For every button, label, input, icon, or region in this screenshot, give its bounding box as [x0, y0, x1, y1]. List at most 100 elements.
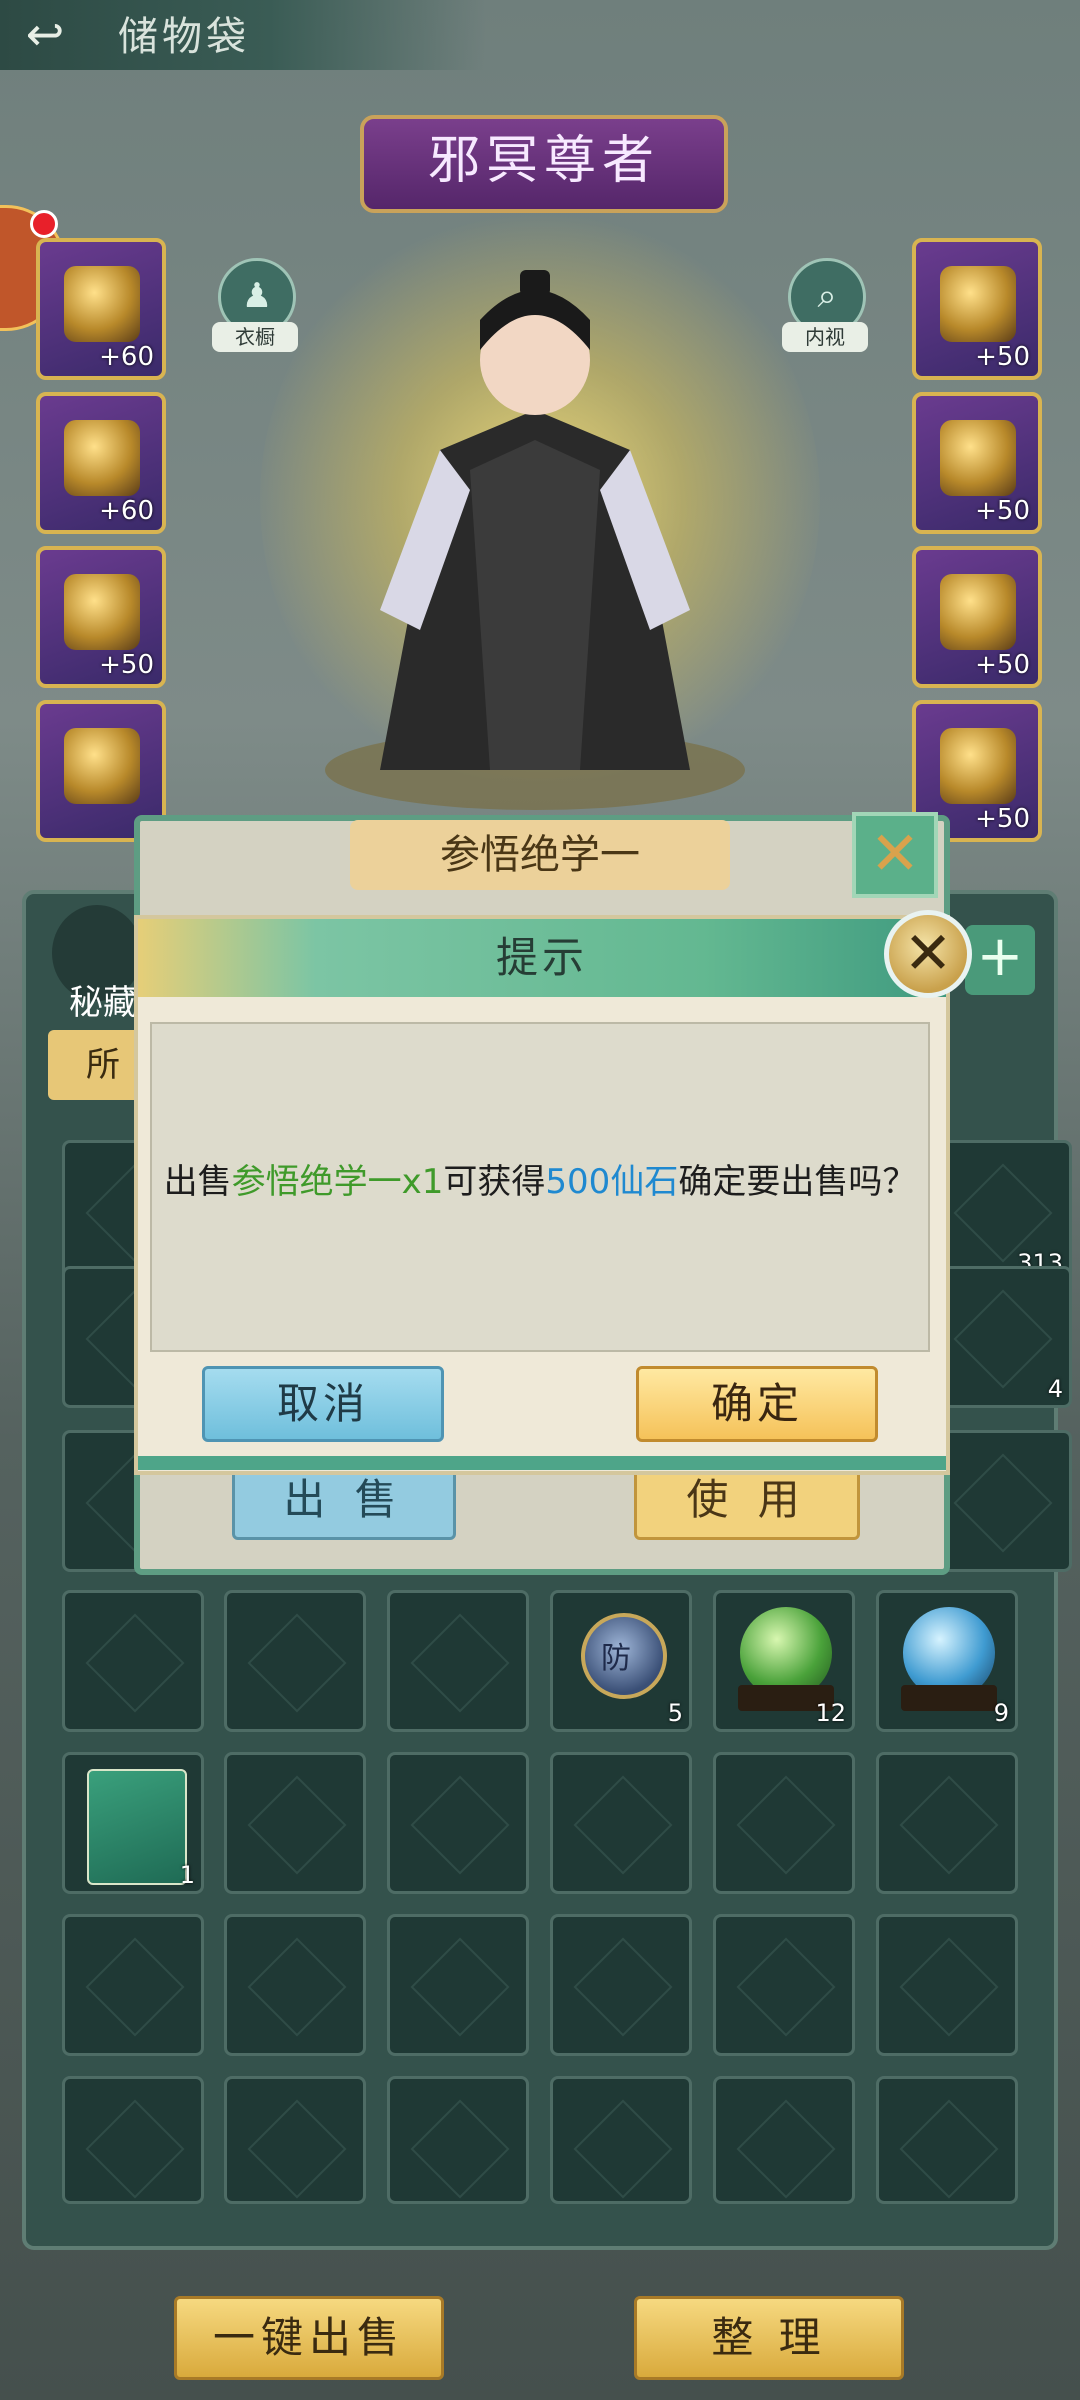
slot-frame	[573, 2099, 673, 2199]
slot-frame	[410, 1613, 510, 1713]
weapon-icon	[64, 266, 140, 342]
message-text: 可获得	[443, 1162, 546, 1202]
inventory-slot[interactable]: 9	[876, 1590, 1018, 1732]
equipment-slot[interactable]: +60	[36, 238, 166, 380]
notification-dot	[30, 210, 58, 238]
inventory-slot[interactable]	[62, 1914, 204, 2056]
slot-frame	[899, 1937, 999, 2037]
equipment-slot[interactable]: +50	[912, 238, 1042, 380]
inventory-slot[interactable]: 防 5	[550, 1590, 692, 1732]
inventory-slot[interactable]: 313	[930, 1140, 1072, 1282]
equipment-slot[interactable]: +50	[36, 546, 166, 688]
inventory-slot[interactable]: 4	[930, 1266, 1072, 1408]
equipment-level: +50	[975, 342, 1030, 372]
confirm-dialog-title: 提示	[495, 933, 588, 982]
inventory-slot[interactable]	[224, 1914, 366, 2056]
item-count: 4	[1047, 1375, 1063, 1403]
slot-frame	[410, 1775, 510, 1875]
item-count: 9	[993, 1699, 1009, 1727]
slot-frame	[247, 1613, 347, 1713]
confirm-button[interactable]: 确定	[636, 1366, 878, 1442]
close-icon[interactable]: ✕	[884, 910, 972, 998]
orb-stand	[901, 1685, 997, 1711]
skill-book-icon	[87, 1769, 187, 1885]
inventory-slot[interactable]	[713, 2076, 855, 2204]
inventory-slot[interactable]	[387, 1590, 529, 1732]
inventory-slot[interactable]	[876, 2076, 1018, 2204]
equipment-slot[interactable]: +50	[912, 392, 1042, 534]
equipment-level: +60	[99, 496, 154, 526]
equipment-level: +50	[975, 650, 1030, 680]
inventory-slot[interactable]	[713, 1752, 855, 1894]
inventory-slot[interactable]	[550, 1914, 692, 2056]
message-text: 出售	[163, 1162, 232, 1202]
equipment-level: +50	[975, 804, 1030, 834]
item-count: 12	[815, 1699, 846, 1727]
slot-frame	[247, 2099, 347, 2199]
inventory-slot[interactable]	[550, 2076, 692, 2204]
amulet-icon	[940, 420, 1016, 496]
slot-frame	[410, 1937, 510, 2037]
inventory-slot[interactable]	[713, 1914, 855, 2056]
inventory-slot[interactable]	[930, 1430, 1072, 1572]
inventory-slot[interactable]: 12	[713, 1590, 855, 1732]
armor-icon	[64, 420, 140, 496]
sort-button[interactable]: 整 理	[634, 2296, 904, 2380]
confirm-dialog-footer	[138, 1456, 946, 1470]
slot-frame	[899, 2099, 999, 2199]
slot-frame	[247, 1775, 347, 1875]
item-count: 1	[179, 1861, 195, 1889]
character-figure[interactable]	[320, 250, 750, 810]
item-name-highlight: 参悟绝学一x1	[231, 1162, 444, 1202]
equipment-level: +50	[975, 496, 1030, 526]
inventory-slot[interactable]	[387, 1752, 529, 1894]
message-text: 确定要出售吗？	[678, 1162, 917, 1202]
helmet-icon	[64, 574, 140, 650]
belt-icon	[940, 574, 1016, 650]
slot-frame	[953, 1289, 1053, 1389]
inventory-slot[interactable]	[224, 1752, 366, 1894]
inventory-slot[interactable]	[876, 1914, 1018, 2056]
slot-frame	[899, 1775, 999, 1875]
slot-frame	[736, 1775, 836, 1875]
slot-frame	[85, 1937, 185, 2037]
item-count: 5	[667, 1699, 683, 1727]
inventory-slot[interactable]: 1	[62, 1752, 204, 1894]
reward-highlight: 500仙石	[545, 1162, 679, 1202]
back-arrow-icon[interactable]: ↩	[10, 6, 80, 62]
equipment-level: +60	[99, 342, 154, 372]
ring-icon	[940, 266, 1016, 342]
inventory-slot[interactable]	[224, 2076, 366, 2204]
inspect-label: 内视	[782, 322, 868, 352]
slot-frame	[85, 1613, 185, 1713]
equipment-level: +50	[99, 650, 154, 680]
slot-frame	[85, 2099, 185, 2199]
expand-bag-button[interactable]: +	[965, 925, 1035, 995]
slot-frame	[736, 1937, 836, 2037]
slot-frame	[247, 1937, 347, 2037]
item-name: 防	[601, 1641, 631, 1676]
item-detail-title: 参悟绝学一	[350, 820, 730, 890]
slot-frame	[573, 1937, 673, 2037]
talisman-icon	[940, 728, 1016, 804]
confirm-message: 出售参悟绝学一x1可获得500仙石确定要出售吗？	[160, 1160, 920, 1204]
inventory-slot[interactable]	[550, 1752, 692, 1894]
slot-frame	[573, 1775, 673, 1875]
wardrobe-label: 衣橱	[212, 322, 298, 352]
equipment-slot[interactable]: +50	[912, 546, 1042, 688]
inventory-slot[interactable]	[62, 1590, 204, 1732]
inventory-slot[interactable]	[62, 2076, 204, 2204]
close-icon[interactable]: ✕	[852, 812, 938, 898]
inventory-slot[interactable]	[387, 1914, 529, 2056]
page-title: 储物袋	[118, 14, 250, 60]
slot-frame	[953, 1453, 1053, 1553]
equipment-slot[interactable]: +60	[36, 392, 166, 534]
cancel-button[interactable]: 取消	[202, 1366, 444, 1442]
inventory-slot[interactable]	[387, 2076, 529, 2204]
inventory-slot[interactable]	[224, 1590, 366, 1732]
inventory-slot[interactable]	[876, 1752, 1018, 1894]
slot-frame	[410, 2099, 510, 2199]
character-name-banner: 邪冥尊者	[360, 115, 728, 213]
sell-all-button[interactable]: 一键出售	[174, 2296, 444, 2380]
slot-frame	[953, 1163, 1053, 1263]
